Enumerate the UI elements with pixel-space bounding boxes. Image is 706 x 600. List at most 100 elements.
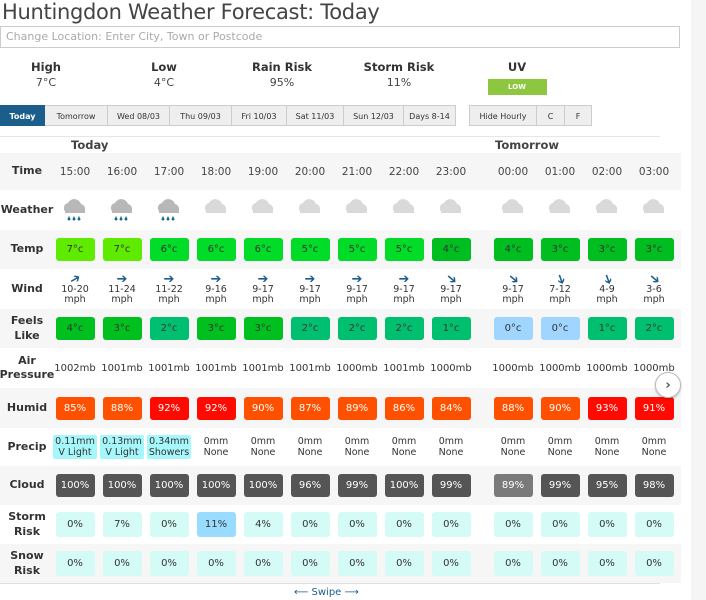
- divider: [0, 583, 660, 584]
- cell-time: 03:00: [638, 165, 670, 178]
- summary-storm-risk-value: 11%: [386, 76, 412, 89]
- cell-cloud: 100%: [52, 466, 98, 505]
- cell-weather: [240, 190, 286, 230]
- wind-unit: mph: [158, 293, 180, 305]
- cloud-value: 100%: [384, 474, 424, 497]
- cloud-icon: [545, 196, 575, 225]
- wind-arrow-icon: ➔: [210, 271, 222, 287]
- feels-value: 1°c: [587, 317, 627, 340]
- cloud-value: 99%: [540, 474, 580, 497]
- row-snow: Snow Risk 0% 0% 0% 0% 0% 0% 0% 0% 0% 0% 0% 0% 0%: [0, 544, 690, 583]
- cloud-value: 95%: [587, 474, 627, 497]
- precip-value: 0mm None: [593, 435, 622, 459]
- cell-wind: ➔ 9-17 mph: [381, 269, 427, 309]
- precip-description: None: [250, 447, 276, 458]
- cell-snow: 0%: [381, 544, 427, 583]
- wind-arrow-icon: ➔: [398, 271, 410, 287]
- wind-unit: mph: [596, 293, 618, 305]
- cell-snow: 0%: [146, 544, 192, 583]
- cell-storm: 0%: [287, 505, 333, 544]
- summary-uv-label: UV: [507, 60, 527, 74]
- cell-feels: 3°c: [193, 309, 239, 348]
- temp-value: 5°c: [384, 238, 424, 261]
- humid-value: 90%: [540, 396, 580, 420]
- cell-feels: 3°c: [99, 309, 145, 348]
- row-precip: Precip 0.11mm V Light 0.13mm V Light 0.34mm Sh…: [0, 428, 690, 466]
- precip-amount: 0.34mm: [149, 436, 189, 447]
- storm-value: 0%: [540, 512, 580, 537]
- precip-value: 0mm None: [499, 435, 528, 459]
- precip-amount: 0mm: [297, 436, 323, 447]
- wind-unit: mph: [205, 293, 227, 305]
- cell-feels: 0°c: [490, 309, 536, 348]
- temp-value: 6°c: [149, 238, 189, 261]
- cell-wind: ➔ 9-17 mph: [490, 269, 536, 309]
- display-options: Hide Hourly C F: [469, 105, 592, 126]
- summary-low-value: 4°C: [153, 76, 175, 89]
- wind-unit: mph: [111, 293, 133, 305]
- cloud-icon: [295, 196, 325, 225]
- wind-arrow-icon: ➔: [351, 271, 363, 287]
- cell-humid: 90%: [240, 388, 286, 428]
- fahrenheit-button[interactable]: F: [565, 105, 592, 126]
- temp-value: 4°c: [431, 238, 471, 261]
- storm-value: 0%: [587, 512, 627, 537]
- wind-arrow-icon: ➔: [304, 271, 316, 287]
- precip-value: 0.34mm Showers: [146, 435, 192, 459]
- cell-wind: ➔ 9-16 mph: [193, 269, 239, 309]
- cell-cloud: 95%: [584, 466, 630, 505]
- cell-humid: 90%: [537, 388, 583, 428]
- cell-snow: 0%: [52, 544, 98, 583]
- day-header-today: Today: [71, 138, 109, 152]
- hide-hourly-button[interactable]: Hide Hourly: [469, 105, 537, 126]
- tab-today[interactable]: Today: [0, 105, 45, 126]
- cell-cloud: 100%: [146, 466, 192, 505]
- rain-cloud-icon: [60, 196, 90, 225]
- cloud-value: 100%: [243, 474, 283, 497]
- summary-uv: UV LOW: [467, 60, 567, 95]
- tab-days-8-14[interactable]: Days 8-14: [404, 105, 456, 126]
- precip-amount: 0mm: [594, 436, 620, 447]
- tab-thu[interactable]: Thu 09/03: [170, 105, 232, 126]
- cell-storm: 0%: [334, 505, 380, 544]
- cell-weather: [99, 190, 145, 230]
- snow-value: 0%: [634, 551, 674, 576]
- cell-snow: 0%: [631, 544, 677, 583]
- cell-weather: [537, 190, 583, 230]
- feels-value: 3°c: [196, 317, 236, 340]
- cell-weather: [631, 190, 677, 230]
- swipe-hint: ⟵ Swipe ⟶: [294, 587, 359, 598]
- celsius-button[interactable]: C: [537, 105, 565, 126]
- precip-value: 0mm None: [296, 435, 325, 459]
- cell-cloud: 99%: [537, 466, 583, 505]
- row-label-humid: Humid: [6, 400, 48, 414]
- tab-fri[interactable]: Fri 10/03: [232, 105, 287, 126]
- cloud-value: 100%: [55, 474, 95, 497]
- snow-value: 0%: [149, 551, 189, 576]
- feels-value: 2°c: [149, 317, 189, 340]
- cell-pressure: 1000mb: [336, 362, 378, 374]
- wind-arrow-icon: ➔: [163, 271, 175, 287]
- cell-wind: ➔ 11-22 mph: [146, 269, 192, 309]
- cell-pressure: 1001mb: [101, 362, 143, 374]
- precip-description: V Light: [58, 447, 92, 458]
- cell-snow: 0%: [99, 544, 145, 583]
- chevron-right-icon: ›: [665, 377, 671, 393]
- tab-sat[interactable]: Sat 11/03: [287, 105, 344, 126]
- row-label-precip: Precip: [7, 439, 47, 453]
- cell-weather: [428, 190, 474, 230]
- temp-value: 5°c: [337, 238, 377, 261]
- scroll-next-button[interactable]: ›: [655, 372, 681, 398]
- tab-sun[interactable]: Sun 12/03: [344, 105, 404, 126]
- cell-humid: 86%: [381, 388, 427, 428]
- summary-low-label: Low: [151, 60, 177, 74]
- tab-wed[interactable]: Wed 08/03: [108, 105, 170, 126]
- cell-time: 02:00: [591, 165, 623, 178]
- tab-tomorrow[interactable]: Tomorrow: [45, 105, 108, 126]
- location-search-input[interactable]: [0, 26, 680, 48]
- cell-temp: 3°c: [584, 230, 630, 269]
- wind-unit: mph: [299, 293, 321, 305]
- storm-value: 0%: [290, 512, 330, 537]
- cell-storm: 0%: [490, 505, 536, 544]
- cell-feels: 2°c: [334, 309, 380, 348]
